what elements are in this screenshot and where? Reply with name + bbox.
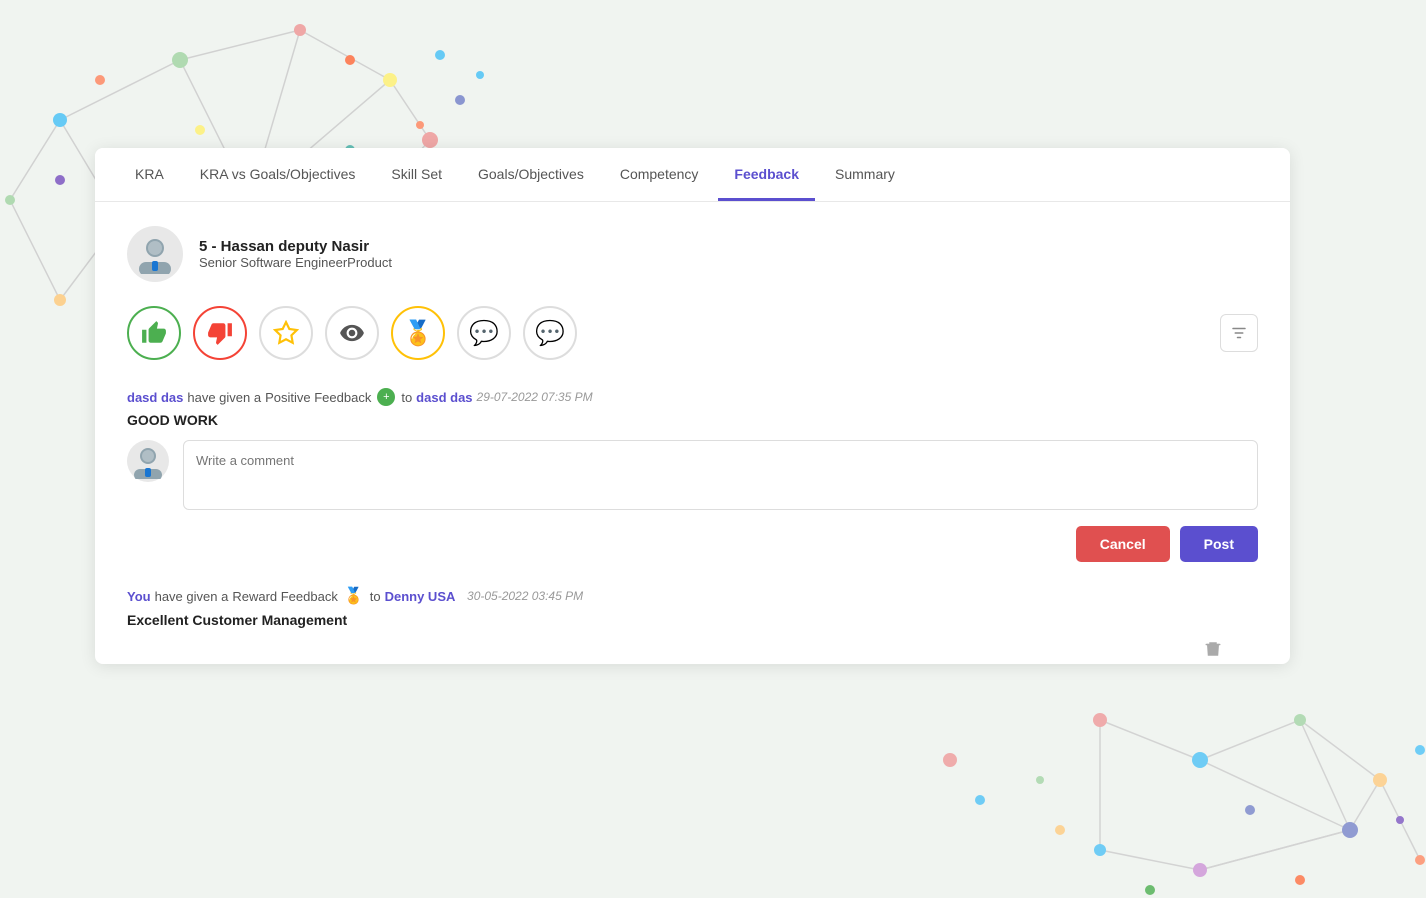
thumbs-down-button[interactable] [193,306,247,360]
tab-skill-set[interactable]: Skill Set [375,148,458,201]
feedback-entry-1: dasd das have given a Positive Feedback … [127,388,1258,562]
reward-button[interactable]: 🏅 [391,306,445,360]
tab-competency[interactable]: Competency [604,148,715,201]
feedback-chat-button-2[interactable]: 💬 [523,306,577,360]
reward-badge: 🏅 [344,586,364,606]
comment-input[interactable] [183,440,1258,510]
user-info: 5 - Hassan deputy Nasir Senior Software … [199,238,392,270]
cancel-button[interactable]: Cancel [1076,526,1170,562]
recipient-link-2[interactable]: Denny USA [385,589,456,604]
content-area: 5 - Hassan deputy Nasir Senior Software … [95,202,1290,664]
star-button[interactable] [259,306,313,360]
avatar [127,226,183,282]
eye-button[interactable] [325,306,379,360]
delete-icon[interactable] [1204,640,1222,663]
feedback-text-1: GOOD WORK [127,412,1258,428]
feedback-actions: 🏅 💬 💬 [127,306,1258,360]
post-button[interactable]: Post [1180,526,1258,562]
main-card: KRA KRA vs Goals/Objectives Skill Set Go… [95,148,1290,664]
tab-goals-objectives[interactable]: Goals/Objectives [462,148,600,201]
tab-feedback[interactable]: Feedback [718,148,815,201]
feedback-text-2: Excellent Customer Management [127,612,1258,628]
timestamp-2: 30-05-2022 03:45 PM [467,589,583,603]
comment-avatar [127,440,169,482]
tab-kra-vs-goals[interactable]: KRA vs Goals/Objectives [184,148,372,201]
user-title: Senior Software EngineerProduct [199,255,392,270]
user-name: 5 - Hassan deputy Nasir [199,238,392,255]
feedback-chat-button-1[interactable]: 💬 [457,306,511,360]
sender-link-1[interactable]: dasd das [127,390,183,405]
tab-bar: KRA KRA vs Goals/Objectives Skill Set Go… [95,148,1290,202]
tab-summary[interactable]: Summary [819,148,911,201]
positive-badge: + [377,388,395,406]
tab-kra[interactable]: KRA [119,148,180,201]
user-header: 5 - Hassan deputy Nasir Senior Software … [127,226,1258,282]
comment-area [127,440,1258,510]
thumbs-up-button[interactable] [127,306,181,360]
recipient-link-1[interactable]: dasd das [416,390,472,405]
sender-link-2[interactable]: You [127,589,151,604]
feedback-entry-2: You have given a Reward Feedback 🏅 to De… [127,586,1258,628]
comment-buttons: Cancel Post [127,526,1258,562]
feedback-meta-2: You have given a Reward Feedback 🏅 to De… [127,586,1258,606]
filter-button[interactable] [1220,314,1258,352]
feedback-meta-1: dasd das have given a Positive Feedback … [127,388,1258,406]
timestamp-1: 29-07-2022 07:35 PM [477,390,593,404]
